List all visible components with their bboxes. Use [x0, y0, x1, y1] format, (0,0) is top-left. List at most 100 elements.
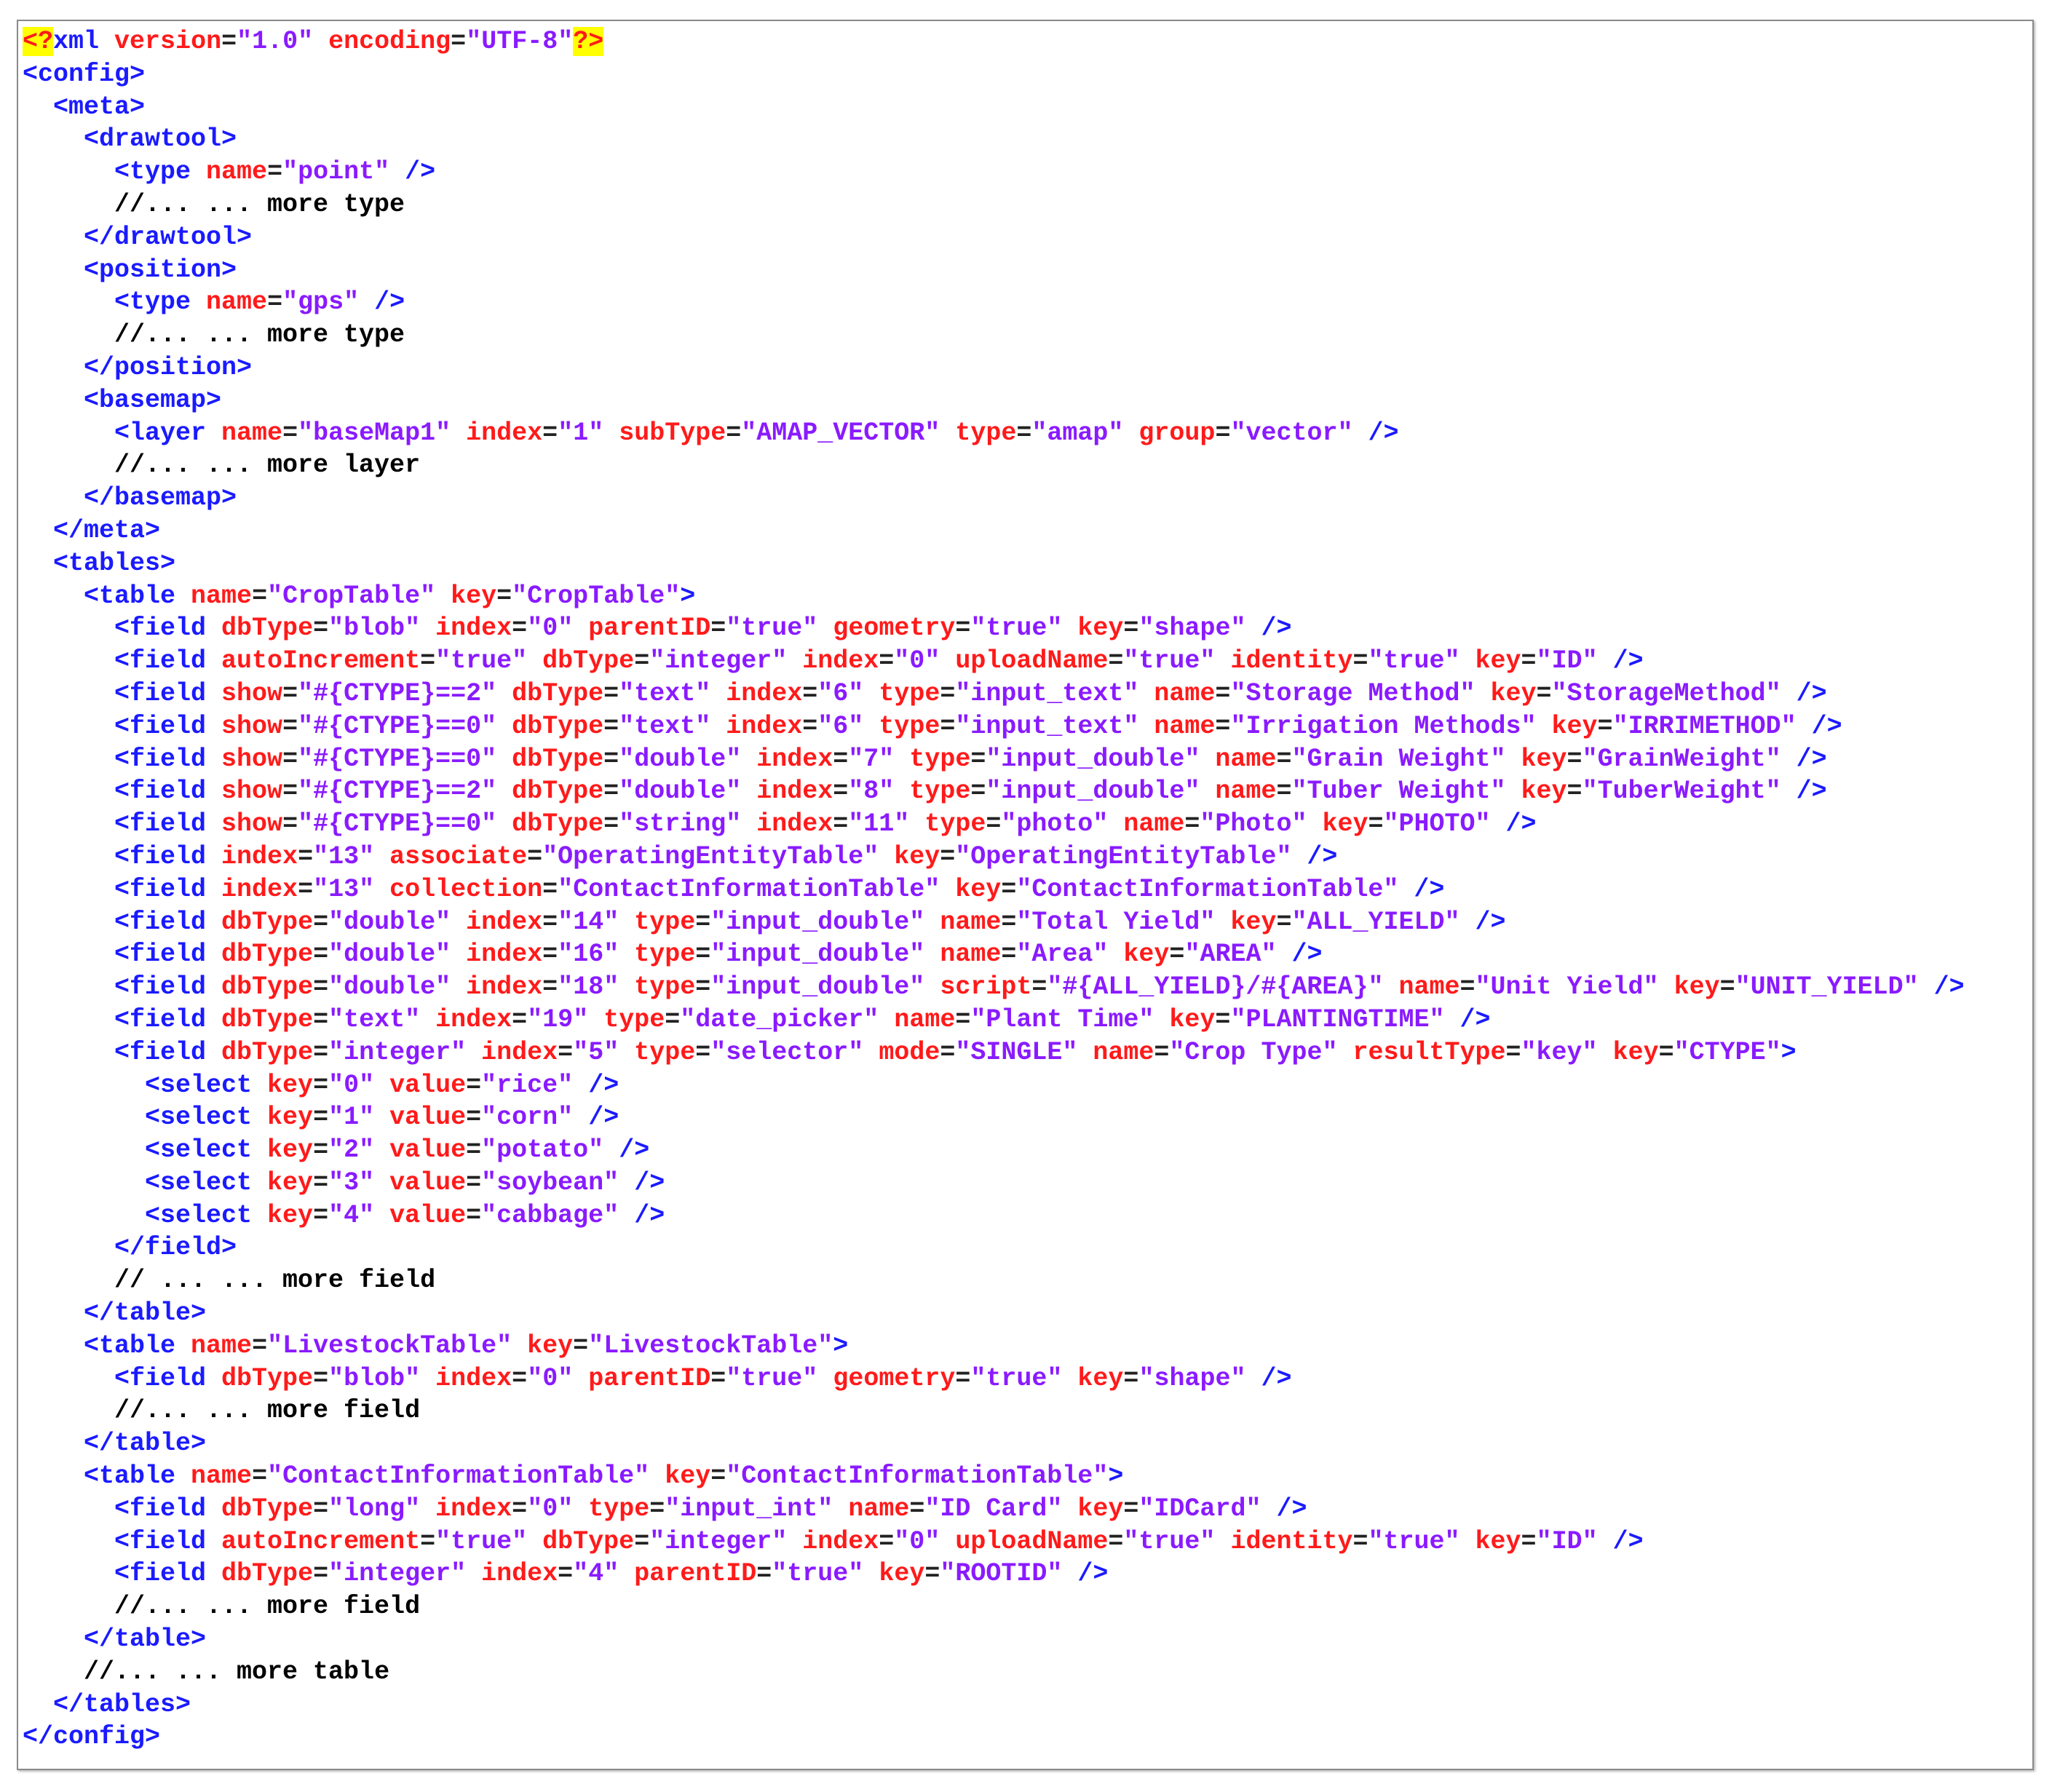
equals-sign: = [710, 1363, 726, 1393]
equals-sign: = [313, 614, 329, 643]
attribute-value: "corn" [481, 1103, 574, 1133]
equals-sign: = [313, 1135, 329, 1165]
attribute-name: key [1612, 1037, 1659, 1067]
equals-sign: = [1001, 907, 1017, 937]
xml-tag: <field [114, 678, 207, 708]
equals-sign: = [221, 27, 237, 56]
equals-sign: = [420, 1526, 436, 1556]
equals-sign: = [313, 1200, 329, 1230]
equals-sign: = [603, 744, 619, 774]
attribute-name: key [527, 1331, 574, 1360]
attribute-name: name [1398, 972, 1460, 1002]
equals-sign: = [1566, 777, 1582, 806]
equals-sign: = [1108, 646, 1124, 676]
equals-sign: = [1658, 1037, 1674, 1067]
attribute-value: "Storage Method" [1230, 678, 1475, 708]
tag-close: > [680, 581, 696, 611]
xml-tag: <field [114, 744, 207, 774]
equals-sign: = [527, 841, 543, 871]
equals-sign: = [1597, 711, 1613, 741]
attribute-value: "CTYPE" [1673, 1037, 1781, 1067]
attribute-name: parentID [588, 614, 711, 643]
equals-sign: = [970, 777, 986, 806]
equals-sign: = [282, 678, 298, 708]
attribute-name: key [1673, 972, 1720, 1002]
attribute-name: type [588, 1494, 650, 1523]
attribute-name: index [435, 1363, 512, 1393]
attribute-name: index [435, 1494, 512, 1523]
equals-sign: = [695, 972, 711, 1002]
attribute-value: "string" [619, 809, 742, 839]
tag-close: /> [619, 1200, 665, 1230]
code-line: <field dbType="double" index="16" type="… [23, 938, 1965, 971]
attribute-value: "true" [1123, 1526, 1216, 1556]
code-line: <select key="3" value="soybean" /> [23, 1167, 1965, 1200]
code-line: //... ... more layer [23, 449, 1965, 482]
xml-tag: <select [145, 1167, 253, 1197]
equals-sign: = [313, 1559, 329, 1589]
equals-sign: = [313, 1070, 329, 1100]
equals-sign: = [1016, 418, 1032, 448]
attribute-value: "7" [848, 744, 895, 774]
attribute-value: "ContactInformationTable" [1016, 874, 1399, 904]
attribute-value: "UTF-8" [466, 27, 574, 56]
xml-tag: <type [114, 157, 191, 187]
xml-tag: <tables> [53, 548, 176, 578]
equals-sign: = [451, 27, 467, 56]
attribute-name: geometry [833, 1363, 956, 1393]
attribute-value: "PHOTO" [1383, 809, 1491, 839]
equals-sign: = [1184, 809, 1200, 839]
attribute-value: "PLANTINGTIME" [1230, 1004, 1445, 1034]
attribute-value: "true" [726, 614, 818, 643]
equals-sign: = [282, 809, 298, 839]
attribute-value: "18" [558, 972, 619, 1002]
attribute-value: "6" [817, 678, 864, 708]
attribute-value: "gps" [282, 288, 360, 317]
attribute-name: parentID [588, 1363, 711, 1393]
attribute-name: version [114, 27, 222, 56]
xml-tag: <field [114, 1526, 207, 1556]
code-comment: //... ... more field [114, 1592, 421, 1622]
xml-tag: <field [114, 711, 207, 741]
attribute-name: value [389, 1103, 467, 1133]
code-line: <drawtool> [23, 123, 1965, 156]
attribute-name: index [481, 1037, 558, 1067]
xml-tag: <select [145, 1103, 253, 1133]
attribute-value: "true" [970, 1363, 1063, 1393]
attribute-name: type [909, 744, 971, 774]
attribute-value: "0" [527, 1363, 574, 1393]
code-line: <?xml version="1.0" encoding="UTF-8"?> [23, 25, 1965, 58]
attribute-name: dbType [221, 614, 314, 643]
attribute-value: "11" [848, 809, 910, 839]
code-line: <field show="#{CTYPE}==0" dbType="string… [23, 808, 1965, 841]
equals-sign: = [282, 744, 298, 774]
attribute-name: index [726, 711, 803, 741]
equals-sign: = [1276, 777, 1292, 806]
attribute-name: dbType [221, 907, 314, 937]
equals-sign: = [1215, 418, 1231, 448]
xml-tag: <basemap> [84, 385, 222, 415]
equals-sign: = [298, 874, 314, 904]
